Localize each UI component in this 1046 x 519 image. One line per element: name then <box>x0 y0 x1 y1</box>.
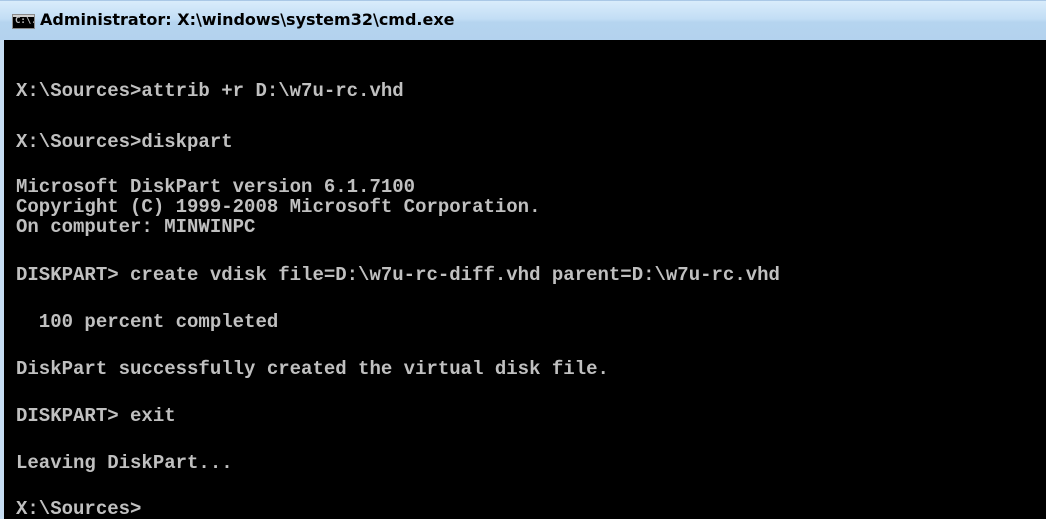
console-output[interactable]: X:\Sources>attrib +r D:\w7u-rc.vhd X:\So… <box>0 40 1046 519</box>
cmd-window: C:\. Administrator: X:\windows\system32\… <box>0 0 1046 519</box>
console-line: X:\Sources>diskpart <box>16 131 233 153</box>
console-prompt: X:\Sources> <box>16 498 142 519</box>
console-line: Copyright (C) 1999-2008 Microsoft Corpor… <box>16 196 541 218</box>
console-line: On computer: MINWINPC <box>16 216 256 238</box>
console-icon[interactable]: C:\. <box>12 14 35 29</box>
console-line: X:\Sources>attrib +r D:\w7u-rc.vhd <box>16 80 404 102</box>
console-line: Leaving DiskPart... <box>16 452 233 474</box>
title-bar[interactable]: C:\. Administrator: X:\windows\system32\… <box>0 0 1046 40</box>
console-line: DISKPART> exit <box>16 405 176 427</box>
window-title: Administrator: X:\windows\system32\cmd.e… <box>40 10 455 29</box>
console-line: DISKPART> create vdisk file=D:\w7u-rc-di… <box>16 264 780 286</box>
console-line: 100 percent completed <box>16 311 279 333</box>
console-line: DiskPart successfully created the virtua… <box>16 358 609 380</box>
console-line: Microsoft DiskPart version 6.1.7100 <box>16 176 416 198</box>
